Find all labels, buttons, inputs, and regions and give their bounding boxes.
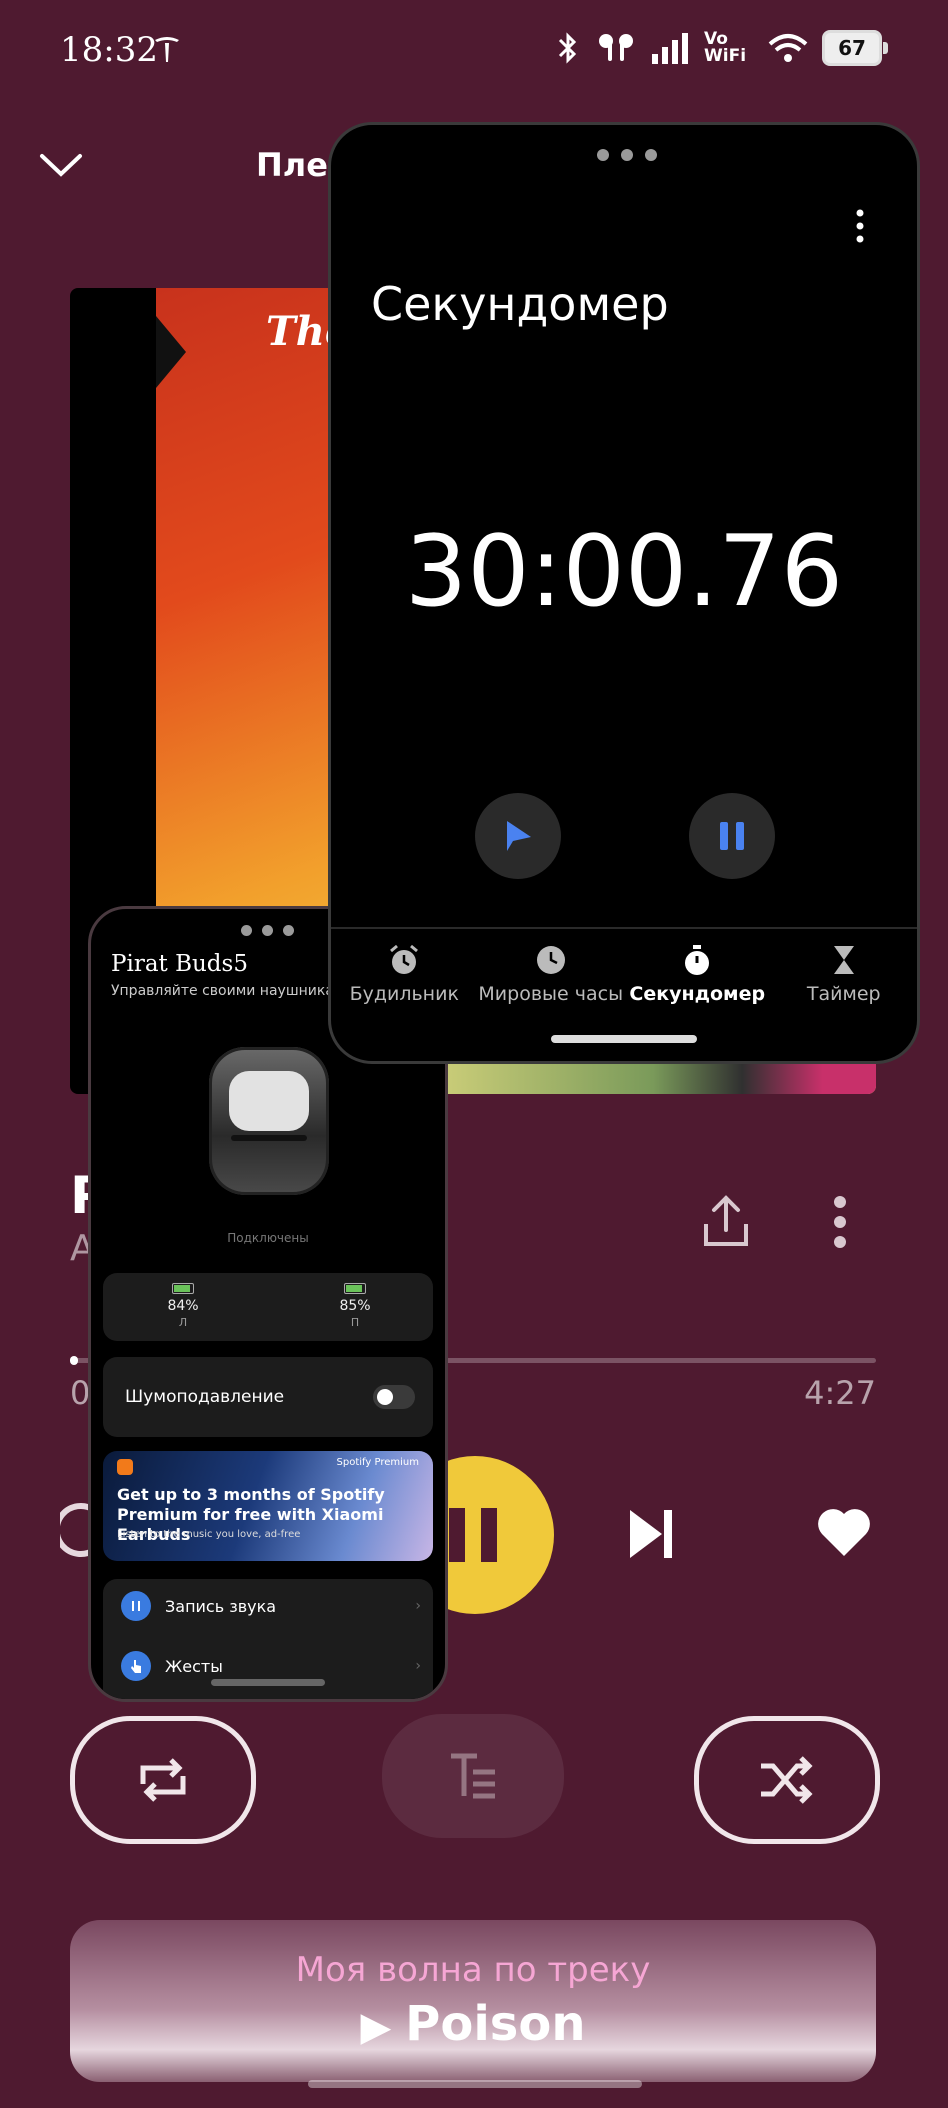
- album-arrow-graphic: [156, 316, 186, 388]
- my-wave-track: ▶ Poison: [70, 1996, 876, 2052]
- stopwatch-title: Секундомер: [371, 277, 669, 331]
- repeat-icon: [140, 1758, 186, 1802]
- nav-divider: [331, 927, 917, 929]
- spotify-promo-banner[interactable]: Spotify Premium Get up to 3 months of Sp…: [103, 1451, 433, 1561]
- earbuds-case-image: [209, 1047, 329, 1195]
- more-options-icon[interactable]: [855, 209, 865, 243]
- microphone-icon: [121, 1591, 151, 1621]
- home-indicator[interactable]: [308, 2080, 642, 2088]
- clock-bottom-nav: Будильник Мировые часы Секундомер Таймер: [331, 943, 917, 1005]
- promo-subtext: Listen to the music you love, ad-free: [117, 1529, 301, 1540]
- bluetooth-icon: [558, 32, 577, 64]
- left-battery-pct: 84%: [167, 1298, 199, 1314]
- status-icons: Vo WiFi 67: [554, 29, 888, 66]
- pause-icon: [720, 822, 744, 850]
- list-item-label: Жесты: [165, 1656, 223, 1676]
- hourglass-icon: [833, 946, 854, 974]
- share-icon[interactable]: [700, 1194, 752, 1250]
- my-wave-subtitle: Моя волна по треку: [295, 1950, 651, 1990]
- stopwatch-pause-button[interactable]: [689, 793, 775, 879]
- battery-icon: [344, 1283, 366, 1294]
- more-options-icon[interactable]: [832, 1194, 848, 1250]
- my-wave-track-name: Poison: [405, 1996, 586, 2052]
- earbuds-status-icon: [599, 34, 633, 61]
- tab-label: Мировые часы: [478, 983, 624, 1005]
- left-battery: 84% Л: [153, 1283, 213, 1329]
- gesture-icon: [121, 1651, 151, 1681]
- battery-card: 84% Л 85% П: [103, 1273, 433, 1341]
- heart-icon[interactable]: [816, 1506, 872, 1558]
- lap-flag-button[interactable]: [475, 793, 561, 879]
- earbuds-title: Pirat Buds5: [111, 951, 248, 977]
- window-drag-handle[interactable]: [597, 149, 657, 161]
- chevron-right-icon: ›: [415, 1598, 421, 1614]
- spotify-brand: Spotify Premium: [336, 1457, 419, 1468]
- window-drag-handle[interactable]: [241, 925, 294, 936]
- play-icon: ▶: [360, 2004, 406, 2050]
- noise-cancel-card: Шумоподавление: [103, 1357, 433, 1437]
- wifi-icon: [768, 34, 808, 62]
- tab-timer[interactable]: Таймер: [771, 943, 918, 1005]
- tab-world-clock[interactable]: Мировые часы: [478, 943, 625, 1005]
- right-label: П: [350, 1316, 360, 1329]
- status-bar: 18:32 Vo WiFi 67: [0, 0, 948, 100]
- alarm-icon: [390, 944, 419, 974]
- shuffle-icon: [761, 1756, 813, 1804]
- progress-fill: [70, 1356, 78, 1365]
- lyrics-icon: [451, 1753, 495, 1799]
- window-home-indicator[interactable]: [211, 1679, 325, 1686]
- flag-icon: [507, 821, 531, 851]
- stopwatch-icon: [685, 945, 710, 975]
- shuffle-button[interactable]: [694, 1716, 880, 1844]
- my-wave-button[interactable]: Моя волна по треку ▶ Poison: [70, 1920, 876, 2082]
- stopwatch-time: 30:00.76: [404, 515, 844, 629]
- lyrics-button[interactable]: [382, 1714, 564, 1838]
- signal-icon: [652, 33, 688, 64]
- tab-stopwatch[interactable]: Секундомер: [624, 943, 771, 1005]
- total-time: 4:27: [804, 1374, 876, 1412]
- noise-cancel-label: Шумоподавление: [125, 1387, 285, 1407]
- noise-cancel-toggle[interactable]: [373, 1385, 415, 1409]
- tab-alarm[interactable]: Будильник: [331, 943, 478, 1005]
- list-item-sound-recording[interactable]: Запись звука ›: [121, 1591, 421, 1621]
- xiaomi-logo-icon: [117, 1459, 133, 1475]
- list-item-gestures[interactable]: Жесты ›: [121, 1651, 421, 1681]
- chevron-right-icon: ›: [415, 1658, 421, 1674]
- tab-label: Секундомер: [629, 983, 766, 1005]
- pause-icon: [449, 1508, 497, 1562]
- stopwatch-floating-window[interactable]: Секундомер 30:00.76 Будильник Мировые ча…: [328, 122, 920, 1064]
- vowifi-label: Vo WiFi: [704, 29, 747, 66]
- list-item-label: Запись звука: [165, 1596, 277, 1616]
- next-track-icon[interactable]: [626, 1506, 678, 1562]
- earbuds-connection-status: Подключены: [227, 1231, 309, 1245]
- status-time: 18:32: [60, 30, 158, 70]
- repeat-button[interactable]: [70, 1716, 256, 1844]
- tab-label: Будильник: [349, 983, 459, 1005]
- battery-indicator: 67: [822, 30, 888, 66]
- window-home-indicator[interactable]: [551, 1035, 697, 1043]
- collapse-chevron-icon[interactable]: [38, 150, 84, 180]
- right-battery-pct: 85%: [339, 1298, 371, 1314]
- clock-icon: [536, 946, 565, 974]
- right-battery: 85% П: [325, 1283, 385, 1329]
- tab-label: Таймер: [806, 983, 881, 1005]
- battery-icon: [172, 1283, 194, 1294]
- left-label: Л: [178, 1316, 188, 1329]
- tesla-logo-icon: [155, 37, 179, 62]
